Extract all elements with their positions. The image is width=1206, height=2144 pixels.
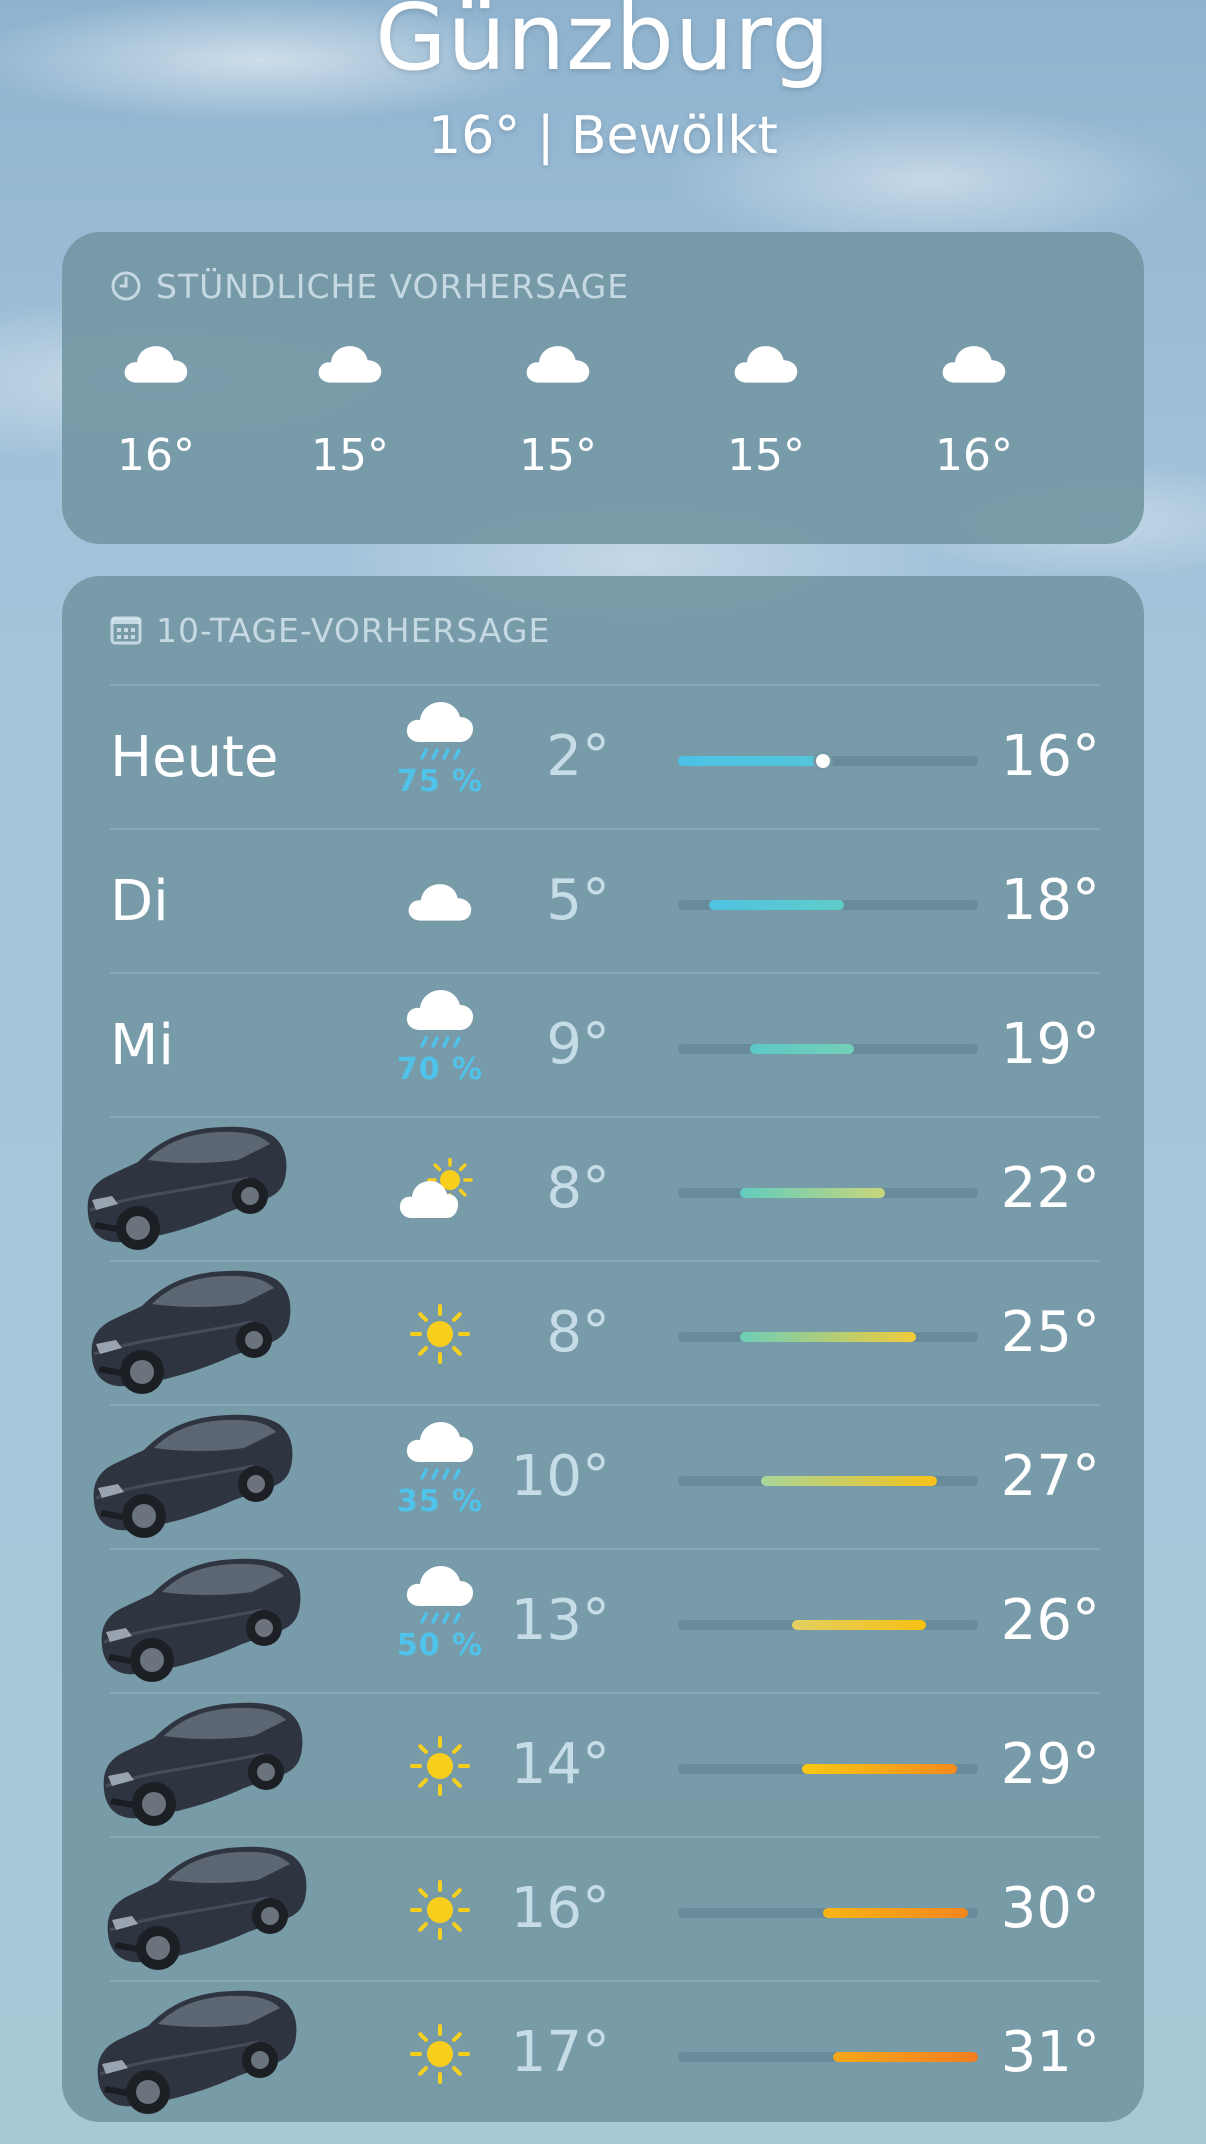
temp-range-bar (678, 1908, 978, 1918)
daily-row[interactable]: Mi 70 % 9° 19° (110, 972, 1100, 1118)
cloud-icon (696, 342, 836, 388)
hourly-temp: 16° (935, 430, 1013, 481)
temp-range-fill (833, 2052, 978, 2062)
daily-row[interactable]: Heute 75 % 2° 16° (110, 684, 1100, 830)
clock-icon (111, 271, 141, 301)
max-temp: 18° (1000, 868, 1100, 933)
max-temp: 29° (1000, 1732, 1100, 1797)
temp-range-bar (678, 1188, 978, 1198)
temp-range-fill (678, 756, 823, 766)
car-image (98, 1834, 313, 1978)
max-temp: 19° (1000, 1012, 1100, 1077)
weather-cell (370, 1694, 510, 1838)
hourly-temp: 15° (311, 430, 389, 481)
temp-range-fill (791, 1620, 927, 1630)
max-temp: 30° (1000, 1876, 1100, 1941)
daily-forecast-title-row: 10-TAGE-VORHERSAGE (110, 610, 550, 650)
calendar-icon (110, 616, 142, 645)
car-image (94, 1690, 309, 1834)
hourly-forecast-title: STÜNDLICHE VORHERSAGE (156, 266, 630, 306)
weather-cell (370, 1838, 510, 1982)
cloud-icon (280, 342, 420, 388)
weather-cell: 75 % (370, 686, 510, 830)
daily-forecast-title: 10-TAGE-VORHERSAGE (156, 610, 551, 650)
hourly-forecast-card[interactable]: STÜNDLICHE VORHERSAGE 16° 15° 15° 15° 16… (62, 232, 1144, 544)
precip-chance: 70 % (396, 1052, 484, 1087)
temp-range-bar (678, 1620, 978, 1630)
car-image (84, 1402, 299, 1546)
cloud-icon (904, 342, 1044, 388)
temp-range-fill (740, 1332, 916, 1342)
temp-range-fill (709, 900, 844, 910)
hourly-temp: 16° (117, 430, 195, 481)
current-conditions: 16° | Bewölkt (428, 106, 778, 166)
max-temp: 22° (1000, 1156, 1100, 1221)
max-temp: 16° (1000, 724, 1100, 789)
min-temp: 13° (510, 1588, 610, 1653)
hourly-item: 15° (696, 342, 836, 478)
car-image (88, 1978, 303, 2122)
precip-chance: 35 % (396, 1484, 484, 1519)
temp-range-fill (750, 1044, 854, 1054)
temp-range-bar (678, 1764, 978, 1774)
temp-range-fill (740, 1188, 885, 1198)
weather-cell: 35 % (370, 1406, 510, 1550)
temp-range-bar (678, 1332, 978, 1342)
min-temp: 14° (510, 1732, 610, 1797)
min-temp: 2° (546, 724, 610, 789)
hourly-item: 15° (488, 342, 628, 478)
temp-range-fill (822, 1908, 968, 1918)
max-temp: 31° (1000, 2020, 1100, 2085)
min-temp: 8° (546, 1300, 610, 1365)
min-temp: 10° (510, 1444, 610, 1509)
temp-range-bar (678, 751, 978, 771)
temp-range-fill (760, 1476, 937, 1486)
hourly-forecast-title-row: STÜNDLICHE VORHERSAGE (110, 266, 629, 306)
temp-range-bar (678, 900, 978, 910)
temp-range-bar (678, 1476, 978, 1486)
weather-cell: 70 % (370, 974, 510, 1118)
current-temp-dot (812, 751, 833, 771)
car-image (82, 1258, 297, 1402)
hourly-temp: 15° (519, 430, 597, 481)
precip-chance: 50 % (396, 1628, 484, 1663)
cloud-icon (86, 342, 226, 388)
car-image (78, 1114, 293, 1258)
min-temp: 8° (546, 1156, 610, 1221)
weather-cell: 50 % (370, 1550, 510, 1694)
day-label: Mi (110, 1013, 174, 1078)
temp-range-fill (802, 1764, 958, 1774)
car-image (92, 1546, 307, 1690)
day-label: Heute (110, 725, 279, 790)
weather-cell (370, 1118, 510, 1262)
hourly-temp: 15° (727, 430, 805, 481)
weather-cell (370, 1982, 510, 2126)
day-label: Di (110, 869, 169, 934)
min-temp: 16° (510, 1876, 610, 1941)
max-temp: 27° (1000, 1444, 1100, 1509)
max-temp: 26° (1000, 1588, 1100, 1653)
precip-chance: 75 % (396, 764, 484, 799)
hourly-item: 15° (280, 342, 420, 478)
max-temp: 25° (1000, 1300, 1100, 1365)
daily-row[interactable]: Di 5° 18° (110, 828, 1100, 974)
hourly-item: 16° (86, 342, 226, 478)
city-name: Günzburg (375, 0, 831, 91)
min-temp: 5° (546, 868, 610, 933)
cloud-icon (488, 342, 628, 388)
weather-cell (370, 830, 510, 974)
min-temp: 9° (546, 1012, 610, 1077)
temp-range-bar (678, 2052, 978, 2062)
weather-cell (370, 1262, 510, 1406)
temp-range-bar (678, 1044, 978, 1054)
hourly-item: 16° (904, 342, 1044, 478)
min-temp: 17° (510, 2020, 610, 2085)
